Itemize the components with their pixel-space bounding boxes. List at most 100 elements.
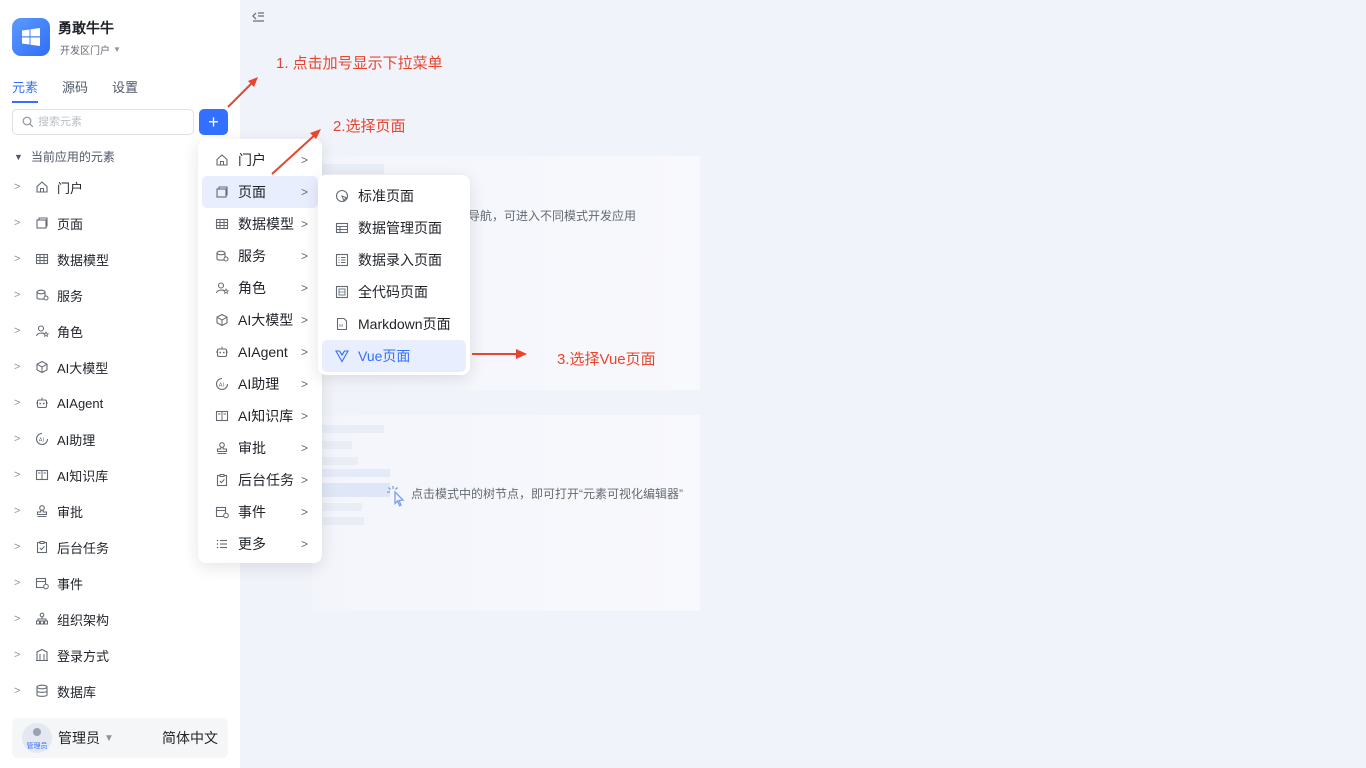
book-icon <box>34 467 50 483</box>
menu-item-approval[interactable]: 审批 > <box>202 432 318 464</box>
menu-item-role[interactable]: 角色 > <box>202 272 318 304</box>
chevron-right-icon: > <box>14 541 21 553</box>
stamp-icon <box>34 503 50 519</box>
menu-item-label: AI知识库 <box>238 408 294 424</box>
tree-item-label: 登录方式 <box>57 648 110 664</box>
submenu-item-full-code[interactable]: 全代码页面 <box>322 276 466 308</box>
tree-item-label: AI助理 <box>57 432 96 448</box>
tree-item-database[interactable]: > 数据库 <box>0 673 240 709</box>
chevron-right-icon: > <box>14 397 21 409</box>
submenu-item-data-entry[interactable]: 数据录入页面 <box>322 244 466 276</box>
annotation-step-2: 2.选择页面 <box>333 118 406 135</box>
app-switcher[interactable]: 开发区门户 ▼ <box>60 42 121 57</box>
tree-item-login[interactable]: > 登录方式 <box>0 637 240 673</box>
menu-item-more[interactable]: 更多 > <box>202 528 318 560</box>
tree-item-label: 组织架构 <box>57 612 110 628</box>
menu-item-event[interactable]: 事件 > <box>202 496 318 528</box>
svg-text:M: M <box>339 323 343 328</box>
db-icon <box>34 683 50 699</box>
language-switch[interactable]: 简体中文 <box>162 728 218 748</box>
menu-item-page[interactable]: 页面 > <box>202 176 318 208</box>
chevron-right-icon: > <box>14 217 21 229</box>
chevron-right-icon: > <box>300 505 308 519</box>
robot-icon <box>34 395 50 411</box>
app-logo[interactable] <box>12 18 50 56</box>
menu-item-label: AI助理 <box>238 376 280 392</box>
user-name[interactable]: 管理员 <box>58 728 100 748</box>
menu-item-label: AI大模型 <box>238 312 294 328</box>
submenu-item-label: 数据管理页面 <box>358 220 442 236</box>
menu-item-label: 后台任务 <box>238 472 294 488</box>
tab-elements[interactable]: 元素 <box>12 77 39 103</box>
section-current-app[interactable]: ▼ 当前应用的元素 <box>14 148 115 165</box>
annotation-step-1: 1. 点击加号显示下拉菜单 <box>276 55 443 72</box>
search-input[interactable] <box>38 116 178 128</box>
tree-item-label: 页面 <box>57 216 84 232</box>
chevron-right-icon: > <box>300 345 308 359</box>
home-icon <box>34 179 50 195</box>
menu-item-data-model[interactable]: 数据模型 > <box>202 208 318 240</box>
menu-item-background-task[interactable]: 后台任务 > <box>202 464 318 496</box>
submenu-item-markdown[interactable]: M Markdown页面 <box>322 308 466 340</box>
menu-item-ai-model[interactable]: AI大模型 > <box>202 304 318 336</box>
submenu-item-label: 数据录入页面 <box>358 252 442 268</box>
chevron-right-icon: > <box>300 409 308 423</box>
vue-icon <box>334 348 350 364</box>
caret-down-icon[interactable]: ▼ <box>104 733 114 744</box>
page-icon <box>214 184 230 200</box>
submenu-item-data-management[interactable]: 数据管理页面 <box>322 212 466 244</box>
caret-down-icon: ▼ <box>14 151 23 162</box>
menu-item-label: AIAgent <box>238 344 288 360</box>
tab-source[interactable]: 源码 <box>62 77 88 103</box>
page-icon <box>34 215 50 231</box>
chevron-right-icon: > <box>300 537 308 551</box>
tree-item-label: 数据库 <box>57 684 97 700</box>
robot-icon <box>214 344 230 360</box>
task-icon <box>34 539 50 555</box>
standard-page-icon <box>334 188 350 204</box>
chevron-right-icon: > <box>300 313 308 327</box>
tree-item-event[interactable]: > 事件 <box>0 565 240 601</box>
database-icon <box>214 248 230 264</box>
chevron-right-icon: > <box>300 217 308 231</box>
menu-item-ai-knowledge[interactable]: AI知识库 > <box>202 400 318 432</box>
collapse-sidebar-icon[interactable] <box>250 9 266 25</box>
app-name: 勇敢牛牛 <box>58 20 114 36</box>
chevron-right-icon: > <box>300 281 308 295</box>
submenu-item-standard-page[interactable]: 标准页面 <box>322 180 466 212</box>
windows-icon <box>22 28 40 46</box>
menu-item-label: 角色 <box>238 280 266 296</box>
home-icon <box>214 152 230 168</box>
hint-card-tree <box>312 415 700 611</box>
tree-item-label: AIAgent <box>57 395 104 411</box>
annotation-arrow-2 <box>271 129 321 175</box>
stamp-icon <box>214 440 230 456</box>
tree-item-label: 门户 <box>57 180 84 196</box>
task-icon <box>214 472 230 488</box>
add-button[interactable]: + <box>199 109 228 135</box>
org-icon <box>34 611 50 627</box>
add-dropdown-menu: 门户 > 页面 > 数据模型 > 服务 > 角色 > AI大模型 > AIAgent > AI… <box>198 139 322 563</box>
ai-icon: AI <box>214 376 230 392</box>
tree-item-label: 事件 <box>57 576 84 592</box>
annotation-arrow-3 <box>472 349 527 359</box>
tree-item-label: 角色 <box>57 324 84 340</box>
submenu-item-vue[interactable]: Vue页面 <box>322 340 466 372</box>
chevron-right-icon: > <box>14 613 21 625</box>
avatar[interactable]: 管理员 <box>22 723 52 753</box>
menu-item-service[interactable]: 服务 > <box>202 240 318 272</box>
chevron-right-icon: > <box>14 685 21 697</box>
hint-text-navigation: 侧导航，可进入不同模式开发应用 <box>456 209 637 223</box>
menu-item-ai-agent[interactable]: AIAgent > <box>202 336 318 368</box>
caret-down-icon: ▼ <box>113 45 121 54</box>
chevron-right-icon: > <box>14 289 21 301</box>
table-icon <box>34 251 50 267</box>
menu-item-ai-assistant[interactable]: AI AI助理 > <box>202 368 318 400</box>
search-icon <box>22 116 34 128</box>
chevron-right-icon: > <box>14 253 21 265</box>
chevron-right-icon: > <box>300 249 308 263</box>
markdown-icon: M <box>334 316 350 332</box>
menu-item-label: 更多 <box>238 536 266 552</box>
tab-settings[interactable]: 设置 <box>112 77 138 103</box>
tree-item-org[interactable]: > 组织架构 <box>0 601 240 637</box>
